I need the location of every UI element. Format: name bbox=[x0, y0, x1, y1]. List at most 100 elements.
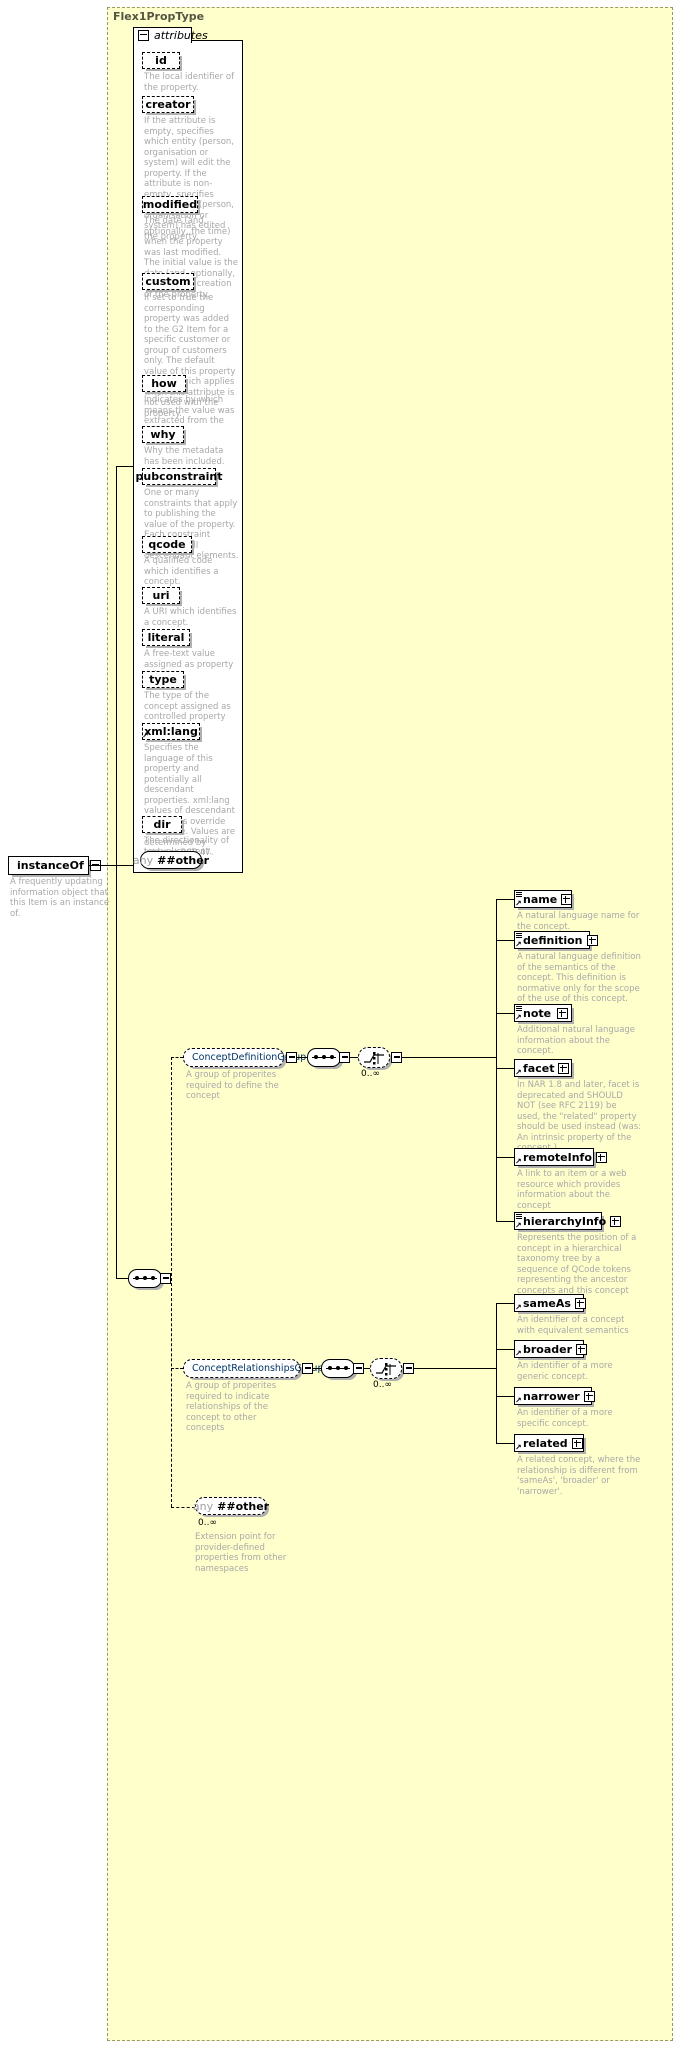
minus-box-icon[interactable] bbox=[391, 1052, 402, 1063]
element-node-facet[interactable]: facet ↗ bbox=[514, 1059, 572, 1077]
element-doc: A natural language name for the concept. bbox=[517, 911, 640, 932]
element-node-remoteinfo[interactable]: remoteInfo ↗ bbox=[514, 1148, 607, 1166]
element-label: hierarchyInfo bbox=[523, 1214, 607, 1228]
plus-box-icon[interactable] bbox=[610, 1215, 622, 1227]
element-node-related[interactable]: related ↗ bbox=[514, 1434, 584, 1452]
plus-box-icon[interactable] bbox=[574, 1297, 586, 1309]
connector-line bbox=[496, 899, 514, 900]
minus-box-icon[interactable] bbox=[160, 1273, 171, 1284]
element-doc: An identifier of a concept with equivale… bbox=[517, 1315, 629, 1336]
element-doc: Represents the position of a concept in … bbox=[517, 1233, 637, 1296]
element-node-sameas[interactable]: sameAs ↗ bbox=[514, 1294, 586, 1312]
connector-line bbox=[116, 466, 133, 467]
attribute-node[interactable]: modified bbox=[142, 196, 198, 213]
sequence-mark-icon bbox=[516, 1213, 522, 1219]
reference-arrow-icon: ↗ bbox=[515, 899, 522, 908]
connector-line bbox=[496, 899, 497, 1221]
minus-box-icon[interactable] bbox=[138, 29, 149, 41]
attribute-node[interactable]: literal bbox=[142, 629, 190, 646]
reference-arrow-icon: ↗ bbox=[142, 731, 149, 740]
element-node-hierarchyinfo[interactable]: hierarchyInfo ↗ bbox=[514, 1212, 622, 1230]
attributes-tab[interactable]: attributes bbox=[133, 27, 208, 43]
attribute-node[interactable]: creator bbox=[142, 96, 194, 113]
any-other-node-attributes[interactable]: any ##other bbox=[133, 851, 209, 869]
choice-glyph bbox=[376, 1363, 396, 1376]
connector-line bbox=[496, 1157, 514, 1158]
root-element-instanceof[interactable]: instanceOf bbox=[8, 856, 101, 875]
attribute-doc: Why the metadata has been included. bbox=[144, 446, 225, 467]
attribute-label: literal bbox=[147, 631, 185, 644]
reference-arrow-icon: ↗ bbox=[515, 1068, 522, 1077]
element-doc: A natural language definition of the sem… bbox=[517, 952, 641, 1004]
element-node-name[interactable]: name ↗ bbox=[514, 890, 573, 908]
connector-line bbox=[116, 466, 117, 866]
connector-line-dashed bbox=[171, 1057, 172, 1507]
attribute-node[interactable]: uri bbox=[142, 587, 180, 604]
root-element-label: instanceOf bbox=[17, 859, 84, 872]
element-node-narrower[interactable]: narrower ↗ bbox=[514, 1387, 595, 1405]
group-doc: A group of properites required to indica… bbox=[186, 1381, 277, 1433]
connector-line bbox=[496, 1068, 514, 1069]
connector-line bbox=[313, 1368, 321, 1369]
element-doc: In NAR 1.8 and later, facet is deprecate… bbox=[517, 1080, 642, 1153]
element-label: note bbox=[523, 1006, 552, 1020]
root-element-doc: A frequently updating information object… bbox=[10, 877, 110, 919]
plus-box-icon[interactable] bbox=[557, 1007, 568, 1019]
attribute-label: uri bbox=[152, 589, 170, 602]
group-node-conceptrelationshipsgroup[interactable]: ConceptRelationshipsGroup bbox=[183, 1359, 323, 1378]
element-node-note[interactable]: note ↗ bbox=[514, 1004, 572, 1022]
element-node-definition[interactable]: definition ↗ bbox=[514, 931, 598, 949]
connector-line-dashed bbox=[171, 1057, 183, 1058]
attribute-node[interactable]: dir bbox=[142, 816, 182, 833]
minus-box-icon[interactable] bbox=[339, 1052, 350, 1063]
minus-box-icon[interactable] bbox=[403, 1363, 414, 1374]
connector-line bbox=[496, 1349, 514, 1350]
connector-line-dashed bbox=[171, 1507, 195, 1508]
reference-arrow-icon: ↗ bbox=[515, 1157, 522, 1166]
plus-box-icon[interactable] bbox=[576, 1343, 588, 1355]
attribute-node[interactable]: custom bbox=[142, 273, 194, 290]
attribute-label: qcode bbox=[148, 538, 186, 551]
attribute-node[interactable]: type bbox=[142, 671, 184, 688]
group-doc: A group of properites required to define… bbox=[186, 1070, 279, 1101]
attribute-node[interactable]: ↗ xml:lang bbox=[142, 723, 200, 740]
attribute-label: modified bbox=[142, 198, 198, 211]
any-other-node-content[interactable]: any ##other bbox=[193, 1497, 270, 1515]
attribute-label: xml:lang bbox=[144, 725, 198, 738]
sequence-mark-icon bbox=[516, 891, 522, 897]
minus-box-icon[interactable] bbox=[302, 1363, 313, 1374]
attribute-doc: A URI which identifies a concept. bbox=[144, 607, 237, 628]
plus-box-icon[interactable] bbox=[571, 1437, 583, 1449]
attribute-node[interactable]: pubconstraint bbox=[136, 468, 223, 485]
occurrence-label: 0..∞ bbox=[361, 1069, 380, 1079]
xsd-diagram-canvas: Flex1PropType attributes id The local id… bbox=[0, 0, 681, 2048]
plus-box-icon[interactable] bbox=[595, 1151, 607, 1163]
element-node-broader[interactable]: broader ↗ bbox=[514, 1340, 588, 1358]
plus-box-icon[interactable] bbox=[586, 934, 598, 946]
connector-line bbox=[496, 1443, 514, 1444]
attribute-node[interactable]: why bbox=[142, 426, 184, 443]
element-label: name bbox=[523, 892, 558, 906]
other-namespace-label: ##other bbox=[217, 1499, 270, 1513]
model-group-title: Flex1PropType bbox=[113, 10, 205, 23]
plus-box-icon[interactable] bbox=[558, 1062, 570, 1074]
attributes-label: attributes bbox=[154, 28, 208, 42]
reference-arrow-icon: ↗ bbox=[515, 1349, 522, 1358]
minus-box-icon[interactable] bbox=[353, 1363, 364, 1374]
choice-connector-icon[interactable] bbox=[358, 1047, 390, 1068]
element-label: related bbox=[523, 1436, 568, 1450]
element-label: narrower bbox=[523, 1389, 580, 1403]
any-other-doc: Extension point for provider-defined pro… bbox=[195, 1532, 287, 1574]
minus-box-icon[interactable] bbox=[286, 1052, 297, 1063]
group-node-conceptdefinitiongroup[interactable]: ConceptDefinitionGroup bbox=[183, 1048, 306, 1067]
choice-connector-icon[interactable] bbox=[370, 1358, 402, 1379]
element-doc: Additional natural language information … bbox=[517, 1025, 636, 1056]
attribute-node[interactable]: qcode bbox=[142, 536, 192, 553]
attribute-node[interactable]: id bbox=[142, 52, 180, 69]
plus-box-icon[interactable] bbox=[583, 1390, 595, 1402]
connector-line bbox=[116, 865, 117, 1279]
sequence-mark-icon bbox=[516, 1005, 522, 1011]
plus-box-icon[interactable] bbox=[561, 893, 573, 905]
reference-arrow-icon: ↗ bbox=[515, 1221, 522, 1230]
attribute-node[interactable]: how bbox=[142, 375, 186, 392]
